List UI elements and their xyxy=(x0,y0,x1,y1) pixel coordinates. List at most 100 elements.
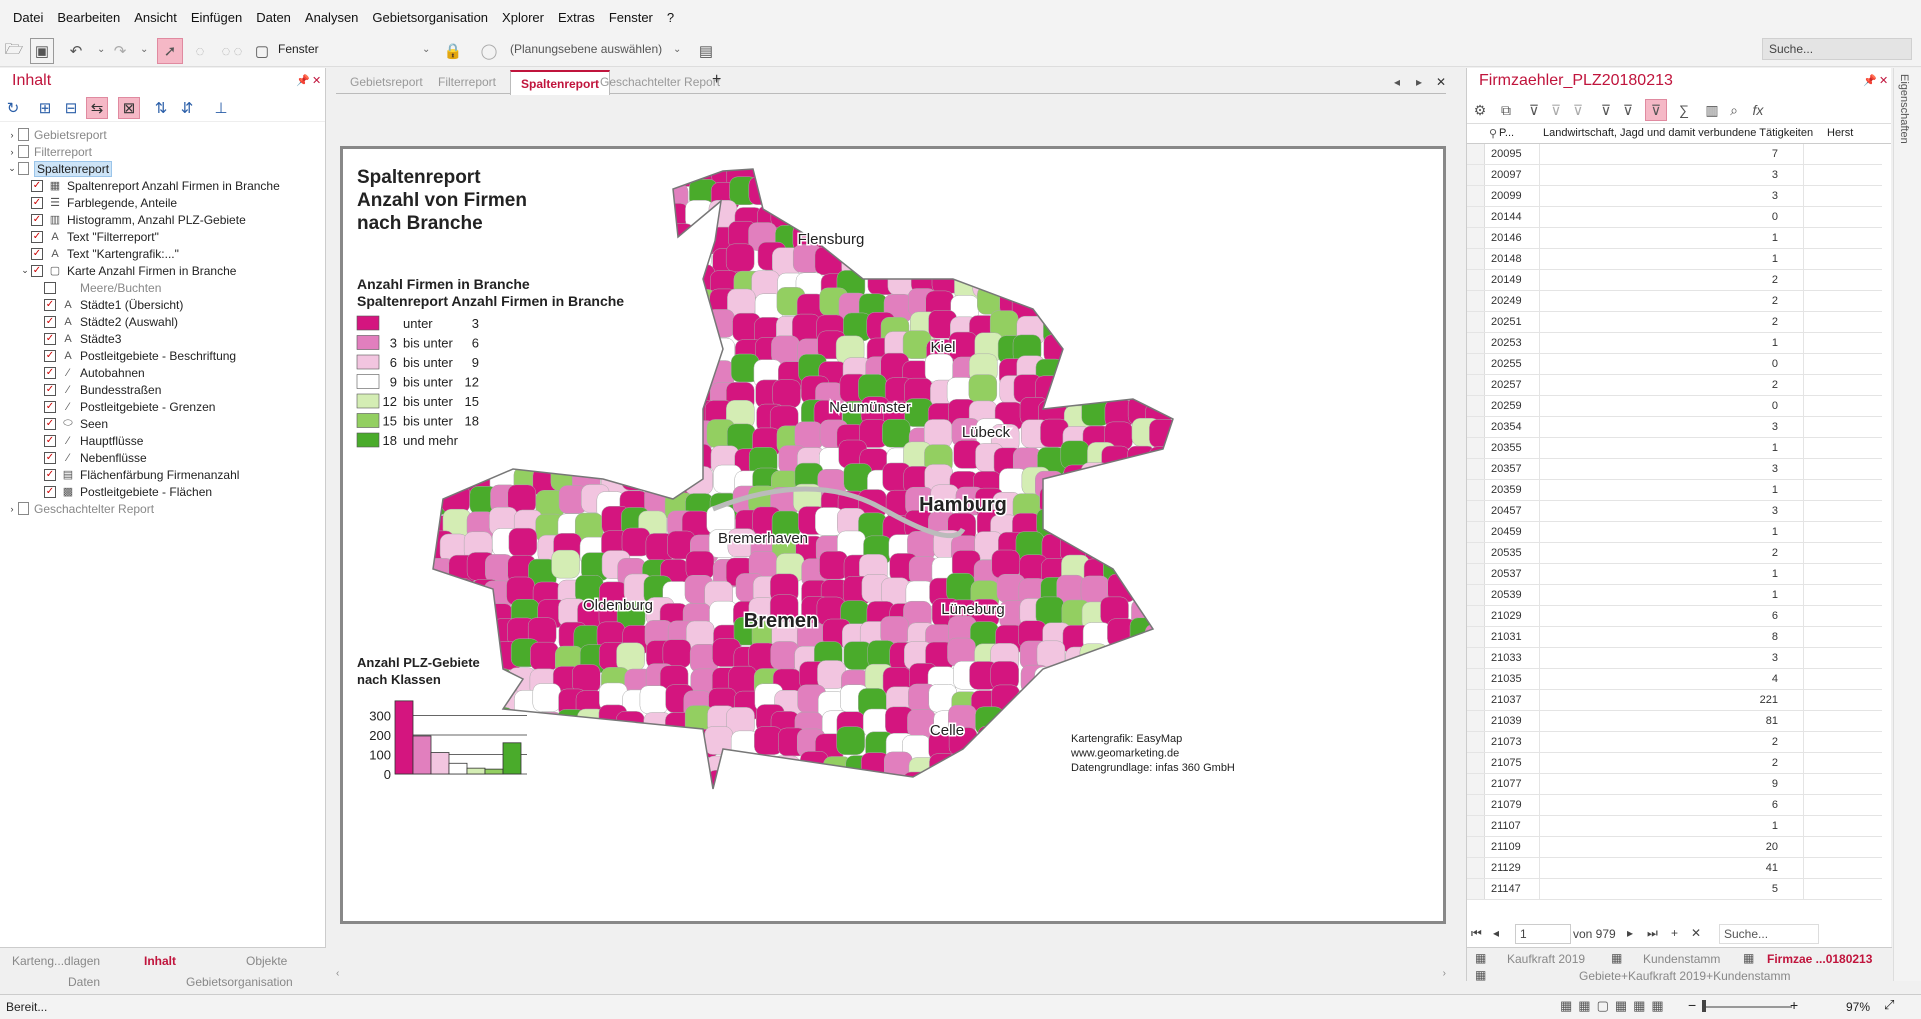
tab-prev-icon[interactable]: ◂ xyxy=(1394,75,1400,89)
visibility-checkbox[interactable]: ✓ xyxy=(31,196,43,209)
formula-icon[interactable]: fx xyxy=(1747,99,1769,121)
scroll-right-icon[interactable]: › xyxy=(1443,968,1446,979)
sort-up-icon[interactable]: ⇅ xyxy=(150,97,172,119)
open-icon[interactable]: 🗁 xyxy=(2,38,26,64)
layout-icon[interactable]: ⊟ xyxy=(60,97,82,119)
pin-icon[interactable]: 📌 xyxy=(296,74,310,87)
tree-item[interactable]: ✓ ⁄ Bundesstraßen xyxy=(32,381,161,398)
tab-inhalt[interactable]: Inhalt xyxy=(144,954,176,968)
tab-gebietsreport[interactable]: Gebietsreport xyxy=(350,75,423,89)
tree-item[interactable]: ✓ ▤ Flächenfärbung Firmenanzahl xyxy=(32,466,239,483)
tree-item[interactable]: ✓ ▥ Histogramm, Anzahl PLZ-Gebiete xyxy=(19,211,246,228)
table-row[interactable]: 20354 3 xyxy=(1467,417,1882,438)
scroll-left-icon[interactable]: ‹ xyxy=(336,968,339,979)
visibility-checkbox[interactable]: ✓ xyxy=(31,230,43,243)
tree-item[interactable]: › Gebietsreport xyxy=(6,126,107,143)
menu-10[interactable]: ? xyxy=(660,10,681,25)
table-row[interactable]: 20097 3 xyxy=(1467,165,1882,186)
visibility-checkbox[interactable]: ✓ xyxy=(31,213,43,226)
expand-icon[interactable]: ⌄ xyxy=(19,265,31,276)
visibility-checkbox[interactable]: ✓ xyxy=(44,383,56,396)
tab-daten[interactable]: Daten xyxy=(68,975,100,989)
table-row[interactable]: 21129 41 xyxy=(1467,858,1882,879)
combined-tab[interactable]: Gebiete+Kaufkraft 2019+Kundenstamm xyxy=(1579,969,1790,983)
table-row[interactable]: 20535 2 xyxy=(1467,543,1882,564)
table-row[interactable]: 20257 2 xyxy=(1467,375,1882,396)
table-row[interactable]: 21107 1 xyxy=(1467,816,1882,837)
column-header-herst[interactable]: Herst xyxy=(1827,127,1853,139)
table-row[interactable]: 20148 1 xyxy=(1467,249,1882,270)
planning-select[interactable]: (Planungsebene auswählen) xyxy=(510,42,662,56)
tree-item[interactable]: ✓ ⬭ Seen xyxy=(32,415,108,432)
table-row[interactable]: 21147 5 xyxy=(1467,879,1882,900)
table-row[interactable]: 21077 9 xyxy=(1467,774,1882,795)
filter-icon[interactable]: ⊽ xyxy=(1523,99,1545,121)
tab-gebietsorganisation[interactable]: Gebietsorganisation xyxy=(186,975,293,989)
visibility-checkbox[interactable]: ✓ xyxy=(44,349,56,362)
map-canvas[interactable]: SpaltenreportAnzahl von Firmennach Branc… xyxy=(343,149,1443,921)
visibility-checkbox[interactable] xyxy=(44,281,56,294)
menu-7[interactable]: Xplorer xyxy=(495,10,551,25)
table-row[interactable]: 21035 4 xyxy=(1467,669,1882,690)
table-row[interactable]: 20253 1 xyxy=(1467,333,1882,354)
copy-icon[interactable]: ⧉ xyxy=(1495,99,1517,121)
table-row[interactable]: 20251 2 xyxy=(1467,312,1882,333)
close-tab-icon[interactable]: ✕ xyxy=(1436,75,1446,89)
view-mode-icons[interactable]: ▦▦▢▦▦▦ xyxy=(1560,998,1670,1014)
window-dropdown-icon[interactable]: ⌄ xyxy=(422,44,430,55)
visibility-checkbox[interactable]: ✓ xyxy=(44,485,56,498)
map-view-icon[interactable]: ▤ xyxy=(694,38,718,64)
chart-icon[interactable]: ▥ xyxy=(1701,99,1723,121)
tree-item[interactable]: ⌄ ✓ ▢ Karte Anzahl Firmen in Branche xyxy=(19,262,236,279)
table-row[interactable]: 20357 3 xyxy=(1467,459,1882,480)
tree-item[interactable]: ✓ A Städte2 (Auswahl) xyxy=(32,313,178,330)
filter-clear-icon[interactable]: ⊽ xyxy=(1545,99,1567,121)
filter-edit-icon[interactable]: ⊽ xyxy=(1567,99,1589,121)
fit-icon[interactable]: ⤢ xyxy=(1884,997,1894,1013)
last-record-icon[interactable]: ⏭ xyxy=(1647,926,1658,941)
table-row[interactable]: 20259 0 xyxy=(1467,396,1882,417)
tree-item[interactable]: ✓ A Text "Kartengrafik:..." xyxy=(19,245,179,262)
visibility-checkbox[interactable]: ✓ xyxy=(44,366,56,379)
add-tab-icon[interactable]: + xyxy=(712,71,721,89)
zoom-in-icon[interactable]: + xyxy=(1790,997,1798,1013)
tree-item[interactable]: › Geschachtelter Report xyxy=(6,500,155,517)
tree-item[interactable]: ✓ A Postleitgebiete - Beschriftung xyxy=(32,347,236,364)
table-row[interactable]: 21109 20 xyxy=(1467,837,1882,858)
expand-icon[interactable]: › xyxy=(6,147,18,157)
menu-5[interactable]: Analysen xyxy=(298,10,365,25)
visibility-checkbox[interactable]: ✓ xyxy=(31,264,43,277)
menu-8[interactable]: Extras xyxy=(551,10,602,25)
lasso-icon[interactable]: ◌ xyxy=(188,38,212,64)
table-row[interactable]: 20144 0 xyxy=(1467,207,1882,228)
table-row[interactable]: 21031 8 xyxy=(1467,627,1882,648)
tree-item[interactable]: › Filterreport xyxy=(6,143,93,160)
table-row[interactable]: 21079 6 xyxy=(1467,795,1882,816)
table-row[interactable]: 21029 6 xyxy=(1467,606,1882,627)
redo-icon[interactable]: ↷ xyxy=(110,38,130,64)
visibility-checkbox[interactable]: ✓ xyxy=(44,298,56,311)
visibility-checkbox[interactable]: ✓ xyxy=(44,451,56,464)
window-select[interactable]: Fenster xyxy=(278,42,319,56)
menu-0[interactable]: Datei xyxy=(6,10,50,25)
expand-icon[interactable]: › xyxy=(6,504,18,514)
visibility-checkbox[interactable]: ✓ xyxy=(44,434,56,447)
zoom-slider[interactable] xyxy=(1702,1006,1792,1008)
visibility-checkbox[interactable]: ✓ xyxy=(44,315,56,328)
filter-active-icon[interactable]: ⊽ xyxy=(1645,99,1667,121)
column-header-landwirtschaft[interactable]: Landwirtschaft, Jagd und damit verbunden… xyxy=(1543,127,1813,139)
menu-9[interactable]: Fenster xyxy=(602,10,660,25)
properties-label[interactable]: Eigenschaften xyxy=(1898,74,1910,144)
undo-dropdown-icon[interactable]: ⌄ xyxy=(97,44,105,55)
tab-next-icon[interactable]: ▸ xyxy=(1416,75,1422,89)
visibility-checkbox[interactable]: ✓ xyxy=(44,468,56,481)
save-icon[interactable]: ▣ xyxy=(30,38,54,64)
tree-item[interactable]: ✓ ⁄ Nebenflüsse xyxy=(32,449,147,466)
record-number-input[interactable]: 1 xyxy=(1515,924,1571,944)
sort-down-icon[interactable]: ⇵ xyxy=(176,97,198,119)
tree-item[interactable]: ✓ ⁄ Hauptflüsse xyxy=(32,432,143,449)
tab-geschachtelter-report[interactable]: Geschachtelter Report xyxy=(600,75,720,89)
menu-6[interactable]: Gebietsorganisation xyxy=(365,10,495,25)
undo-icon[interactable]: ↶ xyxy=(66,38,86,64)
table-row[interactable]: 20457 3 xyxy=(1467,501,1882,522)
